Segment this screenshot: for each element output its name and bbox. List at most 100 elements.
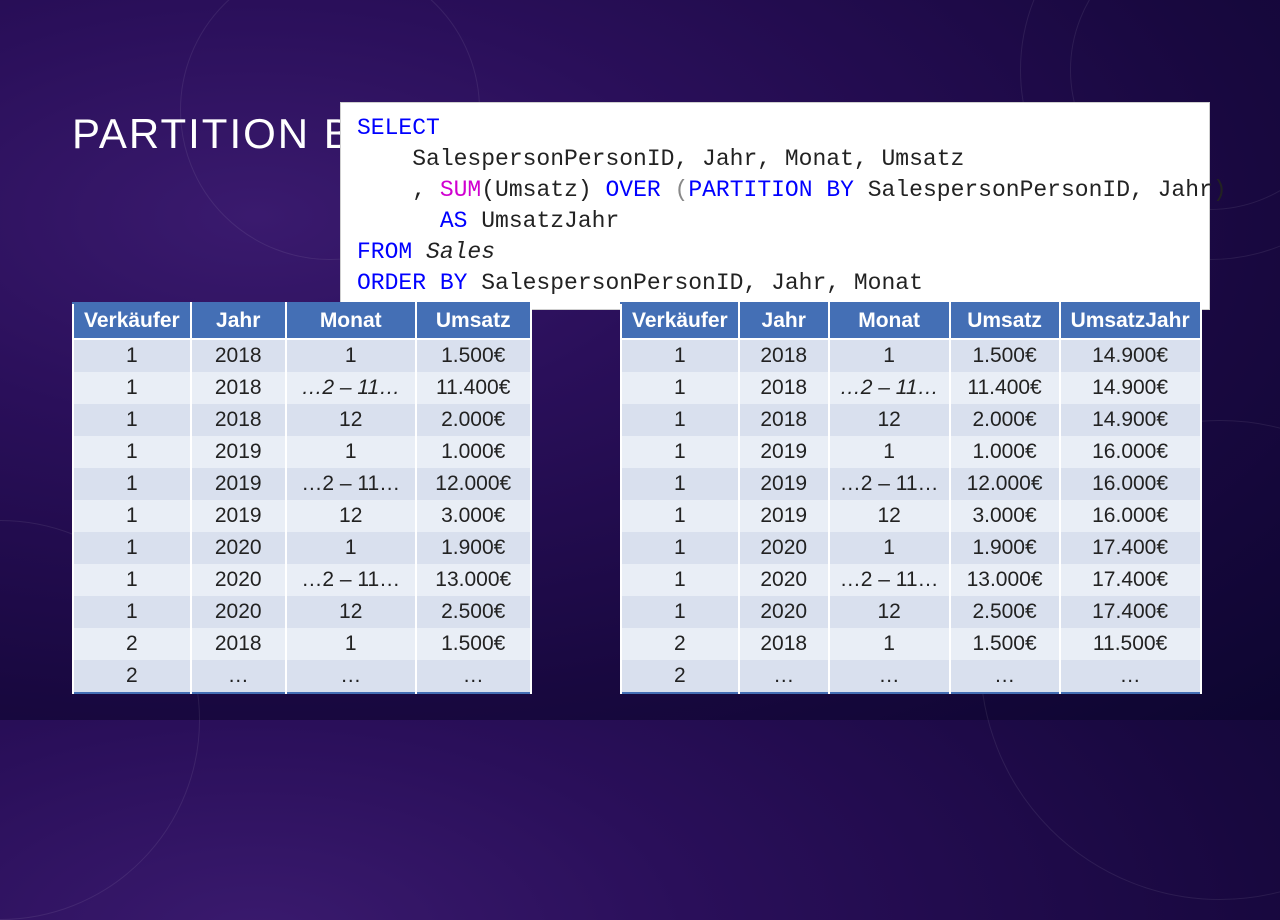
table-row: 12020122.500€17.400€	[621, 596, 1201, 628]
table-cell: 12.000€	[950, 468, 1060, 500]
table-cell: 12	[286, 596, 416, 628]
table-cell: 1	[621, 404, 739, 436]
table-cell: 2018	[191, 404, 286, 436]
table-row: 12018122.000€14.900€	[621, 404, 1201, 436]
table-cell: 2020	[739, 564, 829, 596]
slide-title: PARTITION BY	[72, 110, 384, 158]
table-cell: 2.500€	[950, 596, 1060, 628]
table-header-row: VerkäuferJahrMonatUmsatzUmsatzJahr	[621, 303, 1201, 339]
table-cell: 1	[621, 339, 739, 372]
table-row: 12018122.000€	[73, 404, 531, 436]
table-cell: 2.000€	[950, 404, 1060, 436]
table-cell: …2 – 11…	[829, 468, 950, 500]
table-cell: 2020	[739, 532, 829, 564]
table-cell: 1.000€	[416, 436, 531, 468]
input-table: VerkäuferJahrMonatUmsatz 1201811.500€120…	[72, 302, 532, 694]
table-cell: 12	[829, 596, 950, 628]
table-cell: …	[739, 660, 829, 693]
table-row: 12020…2 – 11…13.000€17.400€	[621, 564, 1201, 596]
table-cell: 1.500€	[416, 339, 531, 372]
table-row: 12018…2 – 11…11.400€	[73, 372, 531, 404]
table-cell: 1	[286, 628, 416, 660]
table-cell: 1	[829, 532, 950, 564]
table-cell: 12	[286, 500, 416, 532]
table-row: 12020…2 – 11…13.000€	[73, 564, 531, 596]
table-cell: 1	[73, 372, 191, 404]
table-cell: …	[829, 660, 950, 693]
table-row: 1201911.000€	[73, 436, 531, 468]
table-row: 12019123.000€	[73, 500, 531, 532]
table-cell: 1	[829, 339, 950, 372]
table-cell: 1	[286, 436, 416, 468]
table-cell: 2020	[739, 596, 829, 628]
table-cell: 17.400€	[1060, 532, 1201, 564]
table-cell: 2020	[191, 532, 286, 564]
sql-text: (Umsatz)	[481, 177, 605, 203]
table-cell: 2020	[191, 564, 286, 596]
table-header-cell: UmsatzJahr	[1060, 303, 1201, 339]
table-cell: 2019	[191, 468, 286, 500]
table-cell: 11.400€	[416, 372, 531, 404]
table-header-cell: Umsatz	[950, 303, 1060, 339]
table-cell: …2 – 11…	[286, 372, 416, 404]
table-cell: 1.900€	[416, 532, 531, 564]
table-cell: 2	[621, 628, 739, 660]
table-row: 2201811.500€	[73, 628, 531, 660]
table-cell: 2.500€	[416, 596, 531, 628]
table-cell: 16.000€	[1060, 436, 1201, 468]
table-cell: 11.400€	[950, 372, 1060, 404]
table-cell: 1	[73, 500, 191, 532]
table-cell: 1	[621, 564, 739, 596]
table-cell: 2018	[739, 628, 829, 660]
table-cell: 1	[73, 468, 191, 500]
table-cell: …2 – 11…	[286, 564, 416, 596]
table-cell: 3.000€	[416, 500, 531, 532]
input-data-table: VerkäuferJahrMonatUmsatz 1201811.500€120…	[72, 302, 532, 694]
table-cell: 13.000€	[950, 564, 1060, 596]
sql-order-columns: SalespersonPersonID, Jahr, Monat	[467, 270, 922, 296]
table-row: 12019…2 – 11…12.000€16.000€	[621, 468, 1201, 500]
table-header-cell: Monat	[286, 303, 416, 339]
table-cell: 1.500€	[950, 628, 1060, 660]
table-cell: 2019	[739, 436, 829, 468]
table-cell: 1	[73, 532, 191, 564]
table-cell: 1	[73, 339, 191, 372]
table-cell: 1.000€	[950, 436, 1060, 468]
sql-code: SELECT SalespersonPersonID, Jahr, Monat,…	[340, 102, 1210, 310]
sql-table-name: Sales	[412, 239, 495, 265]
sql-indent	[357, 208, 440, 234]
table-cell: 2019	[739, 500, 829, 532]
table-row: 2…………	[621, 660, 1201, 693]
table-cell: …	[1060, 660, 1201, 693]
table-cell: 2.000€	[416, 404, 531, 436]
table-header-cell: Verkäufer	[73, 303, 191, 339]
table-cell: …	[191, 660, 286, 693]
table-cell: 17.400€	[1060, 596, 1201, 628]
table-cell: 1.900€	[950, 532, 1060, 564]
table-row: 2201811.500€11.500€	[621, 628, 1201, 660]
sql-paren: (	[661, 177, 689, 203]
table-cell: 2019	[191, 500, 286, 532]
table-cell: …2 – 11…	[829, 372, 950, 404]
table-cell: 1	[73, 436, 191, 468]
table-cell: 16.000€	[1060, 468, 1201, 500]
table-row: 12019…2 – 11…12.000€	[73, 468, 531, 500]
table-cell: 2019	[739, 468, 829, 500]
table-cell: …	[950, 660, 1060, 693]
sql-function-sum: SUM	[440, 177, 481, 203]
table-cell: …	[416, 660, 531, 693]
table-cell: 3.000€	[950, 500, 1060, 532]
table-cell: 12	[829, 404, 950, 436]
table-row: 1201811.500€14.900€	[621, 339, 1201, 372]
table-cell: 11.500€	[1060, 628, 1201, 660]
table-row: 1202011.900€	[73, 532, 531, 564]
table-header-cell: Umsatz	[416, 303, 531, 339]
table-cell: 2018	[191, 372, 286, 404]
table-cell: 2018	[739, 372, 829, 404]
sql-keyword-select: SELECT	[357, 115, 440, 141]
sql-keyword-over: OVER	[605, 177, 660, 203]
table-cell: 1	[286, 339, 416, 372]
table-cell: …2 – 11…	[286, 468, 416, 500]
table-cell: 2018	[191, 628, 286, 660]
table-cell: 1	[621, 468, 739, 500]
